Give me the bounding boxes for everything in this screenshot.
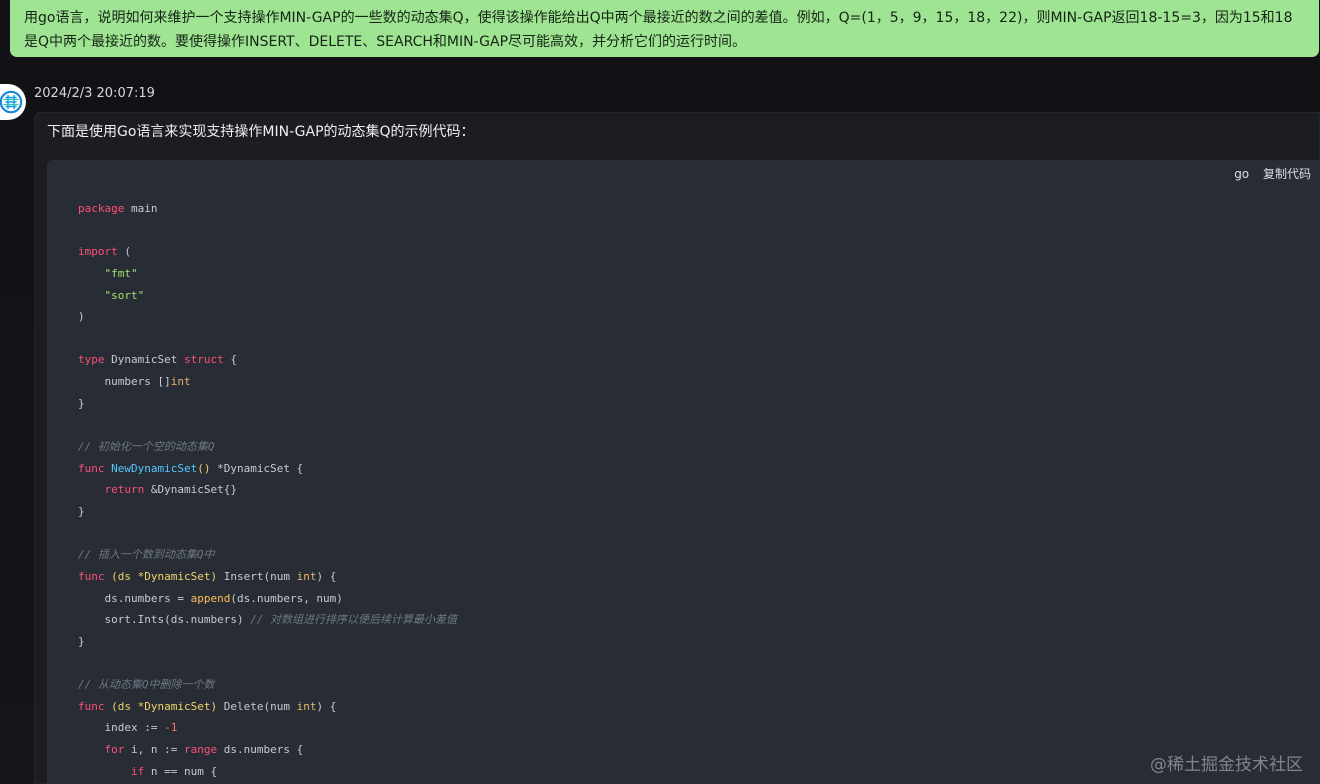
- code-line: type DynamicSet struct {: [78, 349, 457, 371]
- code-token: Delete(num: [217, 699, 297, 713]
- code-token: ds.numbers {: [217, 743, 304, 757]
- code-token: int: [296, 699, 317, 713]
- chat-page: 用go语言，说明如何来维护一个支持操作MIN-GAP的一些数的动态集Q，使得该操…: [0, 0, 1320, 784]
- code-token: "fmt": [104, 266, 138, 280]
- code-token: ) {: [316, 699, 337, 713]
- code-line: "sort": [78, 285, 457, 307]
- code-token: func: [78, 461, 105, 475]
- copy-code-button[interactable]: 复制代码: [1263, 167, 1311, 181]
- code-line: import (: [78, 241, 457, 263]
- code-token: // 从动态集Q中删除一个数: [78, 678, 215, 692]
- code-line: func NewDynamicSet() *DynamicSet {: [78, 458, 457, 480]
- code-line: sort.Ints(ds.numbers) // 对数组进行排序以便后续计算最小…: [78, 609, 457, 631]
- code-token: }: [78, 396, 85, 410]
- assistant-response-panel: 下面是使用Go语言来实现支持操作MIN-GAP的动态集Q的示例代码： go 复制…: [34, 112, 1320, 784]
- code-token: }: [78, 634, 85, 648]
- code-line: return &DynamicSet{}: [78, 479, 457, 501]
- code-token: }: [78, 504, 85, 518]
- code-token: func: [78, 699, 105, 713]
- code-token: int: [296, 569, 317, 583]
- code-line: numbers []int: [78, 371, 457, 393]
- code-token: DynamicSet: [104, 353, 184, 367]
- code-line: if n == num {: [78, 761, 457, 783]
- code-token: type: [78, 353, 105, 367]
- user-question-bubble: 用go语言，说明如何来维护一个支持操作MIN-GAP的一些数的动态集Q，使得该操…: [10, 0, 1319, 57]
- code-token: *DynamicSet {: [210, 461, 304, 475]
- watermark: @稀土掘金技术社区: [1150, 755, 1303, 775]
- code-token: return: [104, 483, 145, 497]
- code-token: (ds.numbers, num): [230, 591, 343, 605]
- code-line: index := -1: [78, 717, 457, 739]
- code-token: range: [183, 743, 218, 757]
- code-token: package: [78, 202, 125, 215]
- code-token: // 初始化一个空的动态集Q: [78, 440, 215, 454]
- assistant-avatar: [0, 84, 26, 120]
- code-token: numbers []: [78, 375, 171, 389]
- code-toolbar: go 复制代码: [1234, 165, 1311, 183]
- code-line: for i, n := range ds.numbers {: [78, 739, 457, 761]
- code-token: ) {: [316, 569, 337, 583]
- code-line: ): [78, 306, 457, 328]
- code-token: "sort": [104, 288, 145, 302]
- code-token: // 对数组进行排序以便后续计算最小差值: [250, 613, 458, 627]
- code-token: append: [190, 591, 231, 605]
- code-token: (: [117, 245, 131, 259]
- code-token: (ds *DynamicSet): [111, 699, 218, 713]
- code-token: &DynamicSet{}: [144, 483, 237, 497]
- code-line: }: [78, 631, 457, 653]
- code-token: index :=: [78, 721, 165, 735]
- code-token: NewDynamicSet: [111, 461, 198, 475]
- code-line: // 插入一个数到动态集Q中: [78, 544, 457, 566]
- code-line: }: [78, 501, 457, 523]
- assistant-response-intro: 下面是使用Go语言来实现支持操作MIN-GAP的动态集Q的示例代码：: [47, 124, 475, 140]
- code-token: sort.Ints(ds.numbers): [78, 613, 251, 627]
- code-token: import: [78, 245, 118, 259]
- code-token: (ds *DynamicSet): [111, 569, 218, 583]
- assistant-logo-icon: [0, 90, 23, 114]
- code-token: i, n :=: [124, 743, 184, 757]
- code-line: ds.numbers = append(ds.numbers, num): [78, 588, 457, 610]
- go-code-block: go 复制代码 package main import ( "fmt" "sor…: [47, 160, 1320, 784]
- code-token: int: [170, 375, 191, 389]
- code-line: // 初始化一个空的动态集Q: [78, 436, 457, 458]
- code-token: ): [78, 310, 85, 324]
- code-token: struct: [183, 353, 224, 367]
- code-token: func: [78, 569, 105, 583]
- message-timestamp: 2024/2/3 20:07:19: [34, 86, 155, 101]
- code-token: {: [223, 353, 237, 367]
- code-line: "fmt": [78, 263, 457, 285]
- code-token: n == num {: [144, 764, 218, 778]
- code-token: main: [124, 202, 158, 215]
- code-language-label: go: [1234, 167, 1250, 181]
- code-listing: package main import ( "fmt" "sort") type…: [78, 198, 457, 782]
- code-token: if: [130, 764, 145, 778]
- code-line: // 从动态集Q中删除一个数: [78, 674, 457, 696]
- code-token: (): [197, 461, 211, 475]
- code-token: Insert(num: [217, 569, 297, 583]
- code-token: for: [104, 743, 125, 757]
- code-token: -1: [164, 721, 178, 735]
- code-token: ds.numbers =: [78, 591, 191, 605]
- code-line: package main: [78, 198, 457, 220]
- code-token: // 插入一个数到动态集Q中: [78, 548, 215, 562]
- code-line: func (ds *DynamicSet) Insert(num int) {: [78, 566, 457, 588]
- code-line: func (ds *DynamicSet) Delete(num int) {: [78, 696, 457, 718]
- code-line: }: [78, 393, 457, 415]
